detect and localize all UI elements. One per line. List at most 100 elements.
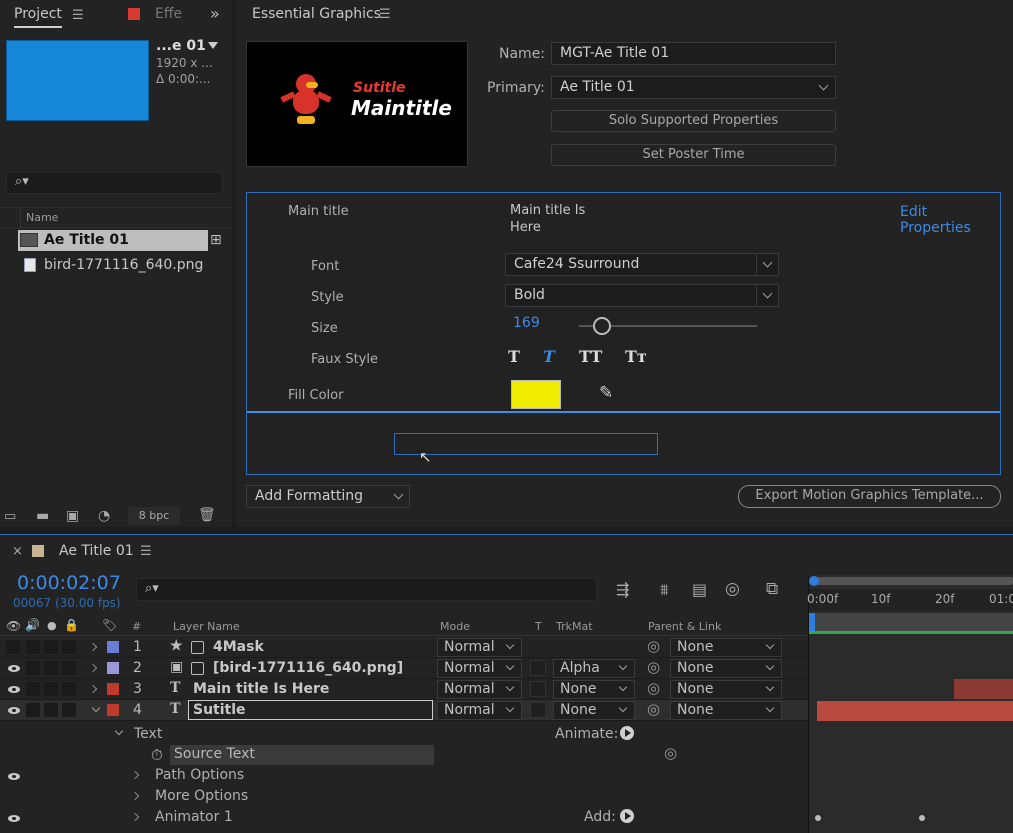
timeline-menu-icon[interactable]: ☰ [140, 544, 152, 559]
project-search-input[interactable]: ⌕▾ [6, 172, 223, 194]
new-folder-icon[interactable]: ▬ [36, 508, 49, 524]
chevron-down-icon[interactable] [91, 703, 101, 713]
graph-editor-icon[interactable]: ⧉ [766, 579, 778, 599]
template-name-input[interactable]: MGT-Ae Title 01 [551, 42, 836, 65]
drop-target-box[interactable] [394, 433, 658, 455]
style-dropdown[interactable]: Bold [505, 284, 779, 307]
parent-dropdown[interactable]: None [670, 680, 782, 699]
layer-color-label[interactable] [107, 704, 119, 716]
solo-toggle[interactable] [44, 682, 58, 696]
tab-essential-graphics[interactable]: Essential Graphics [252, 6, 381, 22]
solo-toggle-icon[interactable]: ● [47, 619, 57, 632]
layer-4-bar[interactable] [817, 701, 1013, 721]
stopwatch-icon[interactable]: ⏱ [151, 746, 163, 764]
trash-icon[interactable]: 🗑 [198, 507, 216, 523]
preserve-transparency-toggle[interactable] [530, 660, 546, 676]
frame-blending-icon[interactable]: ▤ [692, 580, 707, 599]
blend-mode-dropdown[interactable]: Normal [437, 680, 522, 699]
lock-toggle[interactable] [62, 661, 76, 675]
video-toggle-icon[interactable]: 👁 [6, 619, 21, 633]
chevron-down-icon[interactable] [114, 726, 124, 736]
flowchart-icon[interactable]: ⊞ [210, 232, 222, 248]
layer-name[interactable]: [bird-1771116_640.png] [213, 660, 403, 676]
shy-layers-icon[interactable]: ⩩ [660, 580, 669, 600]
small-caps-button[interactable]: Tт [625, 347, 647, 366]
audio-toggle-icon[interactable]: 🔊 [25, 618, 40, 632]
eye-icon[interactable] [8, 773, 20, 780]
size-slider-thumb[interactable] [593, 317, 612, 335]
chevron-right-icon[interactable] [88, 684, 98, 694]
fill-color-swatch[interactable] [511, 380, 561, 409]
preserve-transparency-toggle[interactable] [530, 681, 546, 697]
interpret-footage-icon[interactable]: ▭ [4, 509, 16, 524]
more-options-label[interactable]: More Options [155, 788, 248, 804]
layer-3-bar[interactable] [954, 679, 1013, 699]
comp-dropdown-icon[interactable] [208, 42, 218, 49]
project-item[interactable]: bird-1771116_640.png [18, 254, 218, 275]
parent-pickwhip-icon[interactable]: ◎ [647, 658, 660, 676]
parent-pickwhip-icon[interactable]: ◎ [647, 637, 660, 655]
layer-row[interactable]: 3 T Main title Is Here Normal None ◎ None [0, 679, 808, 700]
chevron-right-icon[interactable] [88, 642, 98, 652]
keyframe-marker[interactable] [815, 815, 821, 821]
path-options-label[interactable]: Path Options [155, 767, 244, 783]
current-timecode[interactable]: 0:00:02:07 [17, 572, 121, 594]
parent-dropdown[interactable]: None [670, 659, 782, 678]
edit-properties-link[interactable]: Edit Properties [900, 204, 1000, 236]
lock-toggle[interactable] [62, 703, 76, 717]
audio-toggle[interactable] [26, 703, 40, 717]
eye-icon[interactable] [8, 815, 20, 822]
new-composition-icon[interactable]: ▣ [66, 508, 79, 524]
layer-row[interactable]: 1 ★ 4Mask Normal ◎ None [0, 637, 808, 658]
project-settings-icon[interactable]: ◔ [98, 508, 110, 524]
add-menu-button[interactable] [620, 809, 634, 823]
primary-comp-dropdown[interactable]: Ae Title 01 [551, 76, 836, 99]
layer-row[interactable]: 2 ▣ [bird-1771116_640.png] Normal Alpha ◎ None [0, 658, 808, 679]
faux-italic-button[interactable]: T [543, 347, 555, 366]
track-matte-dropdown[interactable]: None [553, 680, 635, 699]
bpc-button[interactable]: 8 bpc [128, 507, 180, 525]
blend-mode-dropdown[interactable]: Normal [437, 701, 522, 720]
chevron-right-icon[interactable] [88, 663, 98, 673]
layer-color-label[interactable] [107, 641, 119, 653]
layer-color-label[interactable] [107, 662, 119, 674]
composition-flowchart-icon[interactable]: ⇶ [616, 580, 629, 599]
font-dropdown[interactable]: Cafe24 Ssurround [505, 253, 779, 276]
tab-effects[interactable]: Effe [155, 6, 182, 22]
project-item-selected[interactable]: Ae Title 01 [18, 230, 208, 251]
faux-bold-button[interactable]: T [508, 347, 520, 366]
source-text-row[interactable]: Source Text [170, 745, 434, 765]
layer-name[interactable]: 4Mask [213, 639, 264, 655]
pickwhip-icon[interactable]: ◎ [664, 744, 677, 762]
eye-icon[interactable] [8, 707, 20, 714]
keyframe-marker[interactable] [919, 815, 925, 821]
timeline-search-input[interactable]: ⌕▾ [136, 578, 597, 601]
lock-toggle[interactable] [62, 682, 76, 696]
layer-name-column-header[interactable]: Layer Name [173, 620, 240, 633]
panel-overflow-icon[interactable]: » [210, 4, 220, 23]
track-matte-dropdown[interactable]: Alpha [553, 659, 635, 678]
parent-pickwhip-icon[interactable]: ◎ [647, 679, 660, 697]
audio-toggle[interactable] [26, 661, 40, 675]
audio-toggle[interactable] [26, 640, 40, 654]
layer-name[interactable]: Sutitle [193, 702, 246, 718]
chevron-right-icon[interactable] [130, 770, 140, 780]
export-mogrt-button[interactable]: Export Motion Graphics Template... [738, 485, 1001, 508]
animator-label[interactable]: Animator 1 [155, 809, 233, 825]
add-formatting-dropdown[interactable]: Add Formatting [246, 485, 410, 508]
eye-icon[interactable] [8, 665, 20, 672]
parent-dropdown[interactable]: None [670, 701, 782, 720]
close-tab-icon[interactable]: × [12, 544, 23, 559]
lock-toggle[interactable] [62, 640, 76, 654]
project-menu-icon[interactable]: ☰ [72, 8, 84, 23]
parent-dropdown[interactable]: None [670, 638, 782, 657]
size-value[interactable]: 169 [513, 315, 540, 331]
solo-toggle[interactable] [44, 661, 58, 675]
solo-toggle[interactable] [44, 640, 58, 654]
animate-menu-button[interactable] [620, 726, 634, 740]
set-poster-time-button[interactable]: Set Poster Time [551, 144, 836, 166]
text-group-label[interactable]: Text [134, 726, 162, 742]
main-title-value-line1[interactable]: Main title Is [510, 203, 585, 218]
lock-toggle-icon[interactable]: 🔒 [64, 618, 79, 632]
eg-menu-icon[interactable]: ☰ [379, 7, 391, 22]
